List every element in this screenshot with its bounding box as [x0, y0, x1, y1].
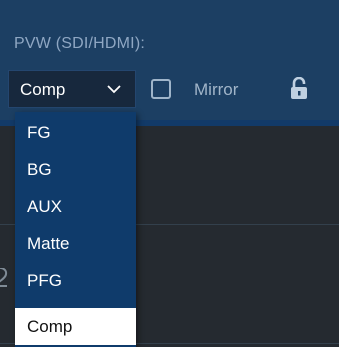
dropdown-option-bg[interactable]: BG	[15, 151, 136, 188]
dropdown-option-aux[interactable]: AUX	[15, 188, 136, 225]
dropdown-option-fg[interactable]: FG	[15, 114, 136, 151]
dropdown-option-pfg[interactable]: PFG	[15, 262, 136, 299]
chevron-down-icon	[107, 85, 121, 94]
mirror-checkbox[interactable]	[151, 79, 171, 99]
pvw-label: PVW (SDI/HDMI):	[14, 35, 145, 52]
dropdown-option-comp[interactable]: Comp	[15, 308, 136, 345]
padlock-open-icon[interactable]	[290, 77, 308, 100]
partial-character-glyph	[0, 268, 8, 287]
pvw-source-select[interactable]: Comp	[8, 70, 136, 108]
mirror-label[interactable]: Mirror	[194, 80, 238, 100]
pvw-source-dropdown: FG BG AUX Matte PFG Comp	[15, 112, 136, 347]
pvw-source-value: Comp	[20, 80, 66, 99]
dropdown-option-matte[interactable]: Matte	[15, 225, 136, 262]
